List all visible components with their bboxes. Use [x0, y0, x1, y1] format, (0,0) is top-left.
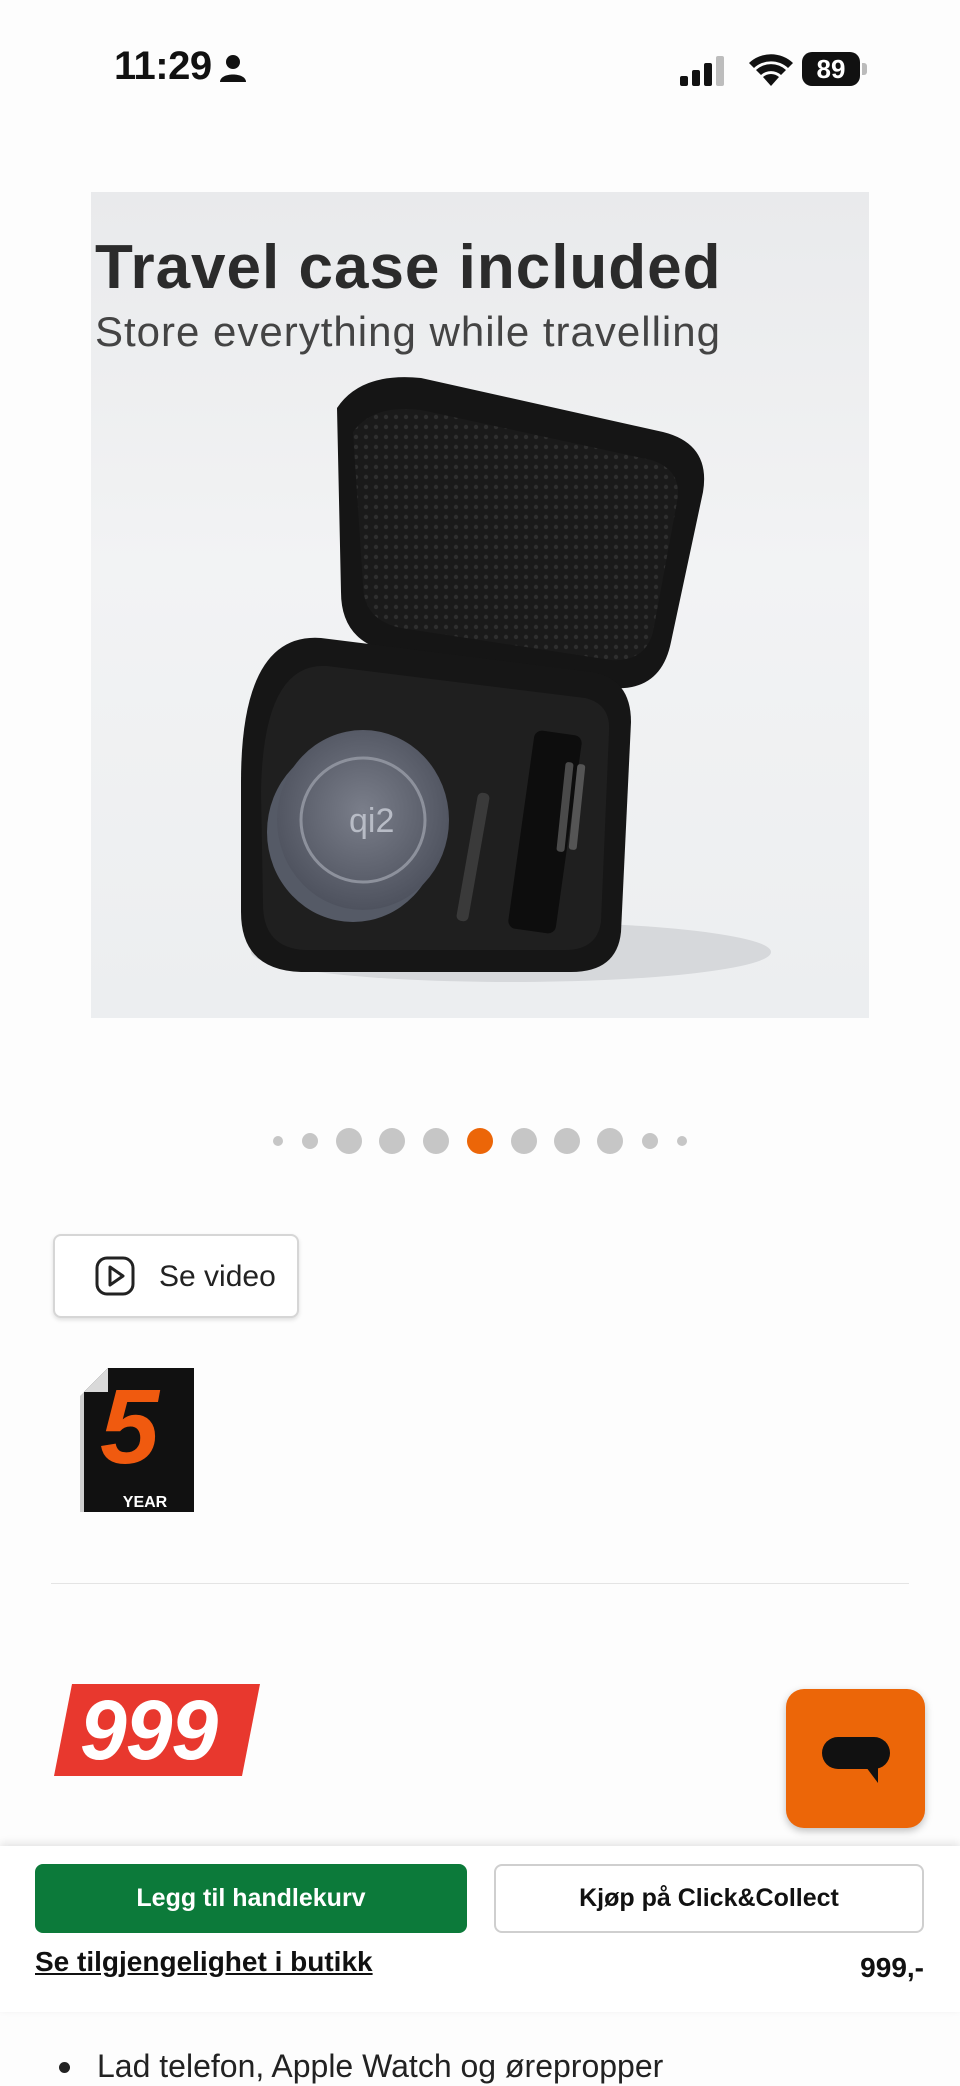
carousel-dot[interactable]: [379, 1128, 405, 1154]
image-subline: Store everything while travelling: [95, 308, 721, 355]
carousel-dot[interactable]: [554, 1128, 580, 1154]
cellular-signal-icon: [680, 56, 724, 86]
qi2-logo: qi2: [349, 802, 394, 840]
feature-text: Lad telefon, Apple Watch og ørepropper: [97, 2048, 664, 2084]
wifi-icon: [749, 54, 793, 86]
chat-button[interactable]: [786, 1689, 925, 1828]
bullet-icon: [59, 2062, 70, 2073]
add-to-cart-button[interactable]: Legg til handlekurv: [35, 1864, 467, 1933]
carousel-dot[interactable]: [423, 1128, 449, 1154]
divider: [51, 1583, 909, 1584]
status-bar: 11:29 89: [0, 0, 960, 140]
status-time: 11:29: [114, 44, 212, 88]
person-icon: [220, 55, 246, 82]
carousel-dot[interactable]: [336, 1128, 362, 1154]
warranty-badge: 5 YEAR: [78, 1362, 196, 1512]
carousel-dot[interactable]: [597, 1128, 623, 1154]
chat-bubble-icon: [822, 1737, 890, 1783]
price-value: 999: [80, 1683, 218, 1777]
video-label: Se video: [159, 1260, 276, 1293]
product-image[interactable]: qi2 Travel case included Store everythin…: [91, 192, 869, 1018]
feature-list: Lad telefon, Apple Watch og ørepropper: [55, 2048, 663, 2085]
click-collect-button[interactable]: Kjøp på Click&Collect: [494, 1864, 924, 1933]
carousel-dot-active[interactable]: [467, 1128, 493, 1154]
carousel-dots[interactable]: [0, 1124, 960, 1158]
carousel-dot[interactable]: [273, 1136, 283, 1146]
carousel-dot[interactable]: [642, 1133, 658, 1149]
price-badge: 999: [54, 1684, 260, 1776]
carousel-dot[interactable]: [677, 1136, 687, 1146]
warranty-label: YEAR: [122, 1494, 168, 1511]
bottom-action-bar: Legg til handlekurv Kjøp på Click&Collec…: [0, 1846, 960, 2012]
store-availability-link[interactable]: Se tilgjengelighet i butikk: [35, 1946, 373, 1978]
image-headline: Travel case included: [95, 233, 722, 302]
feature-item: Lad telefon, Apple Watch og ørepropper: [55, 2048, 663, 2085]
carousel-dot[interactable]: [302, 1133, 318, 1149]
play-icon: [95, 1256, 135, 1296]
carousel-dot[interactable]: [511, 1128, 537, 1154]
battery-level: 89: [802, 52, 860, 86]
warranty-years: 5: [100, 1368, 159, 1486]
video-button[interactable]: Se video: [53, 1234, 299, 1318]
bottom-price: 999,-: [860, 1952, 924, 1983]
battery-icon: 89: [802, 52, 868, 86]
